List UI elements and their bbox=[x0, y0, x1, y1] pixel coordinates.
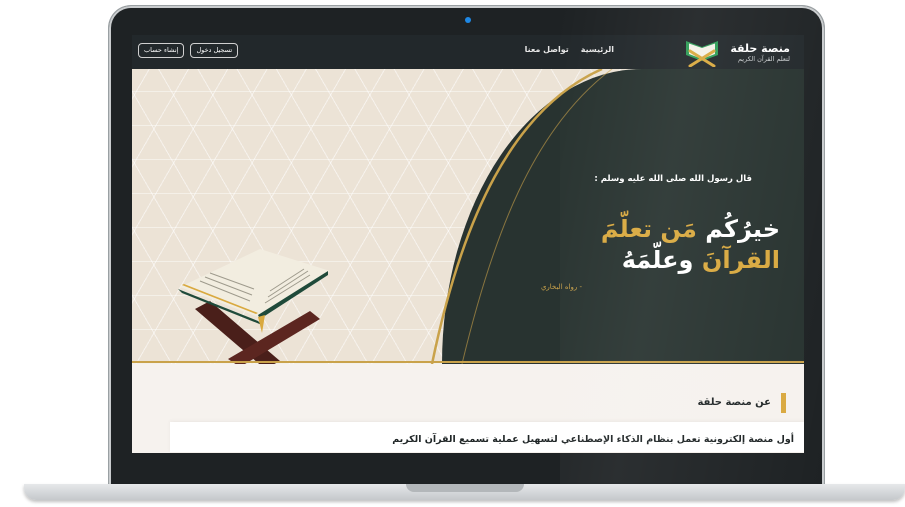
hadith-word-gold-1: مَن تعلّمَ bbox=[600, 215, 697, 243]
hadith-word-gold-2: القرآنَ bbox=[701, 246, 780, 274]
brand-text: منصة حلقة لتعلم القرآن الكريم bbox=[730, 42, 790, 64]
laptop-notch bbox=[406, 484, 524, 492]
quote-intro: قال رسول الله صلى الله عليه وسلم : bbox=[594, 174, 752, 184]
about-card: أول منصة إلكترونية تعمل بنظام الذكاء الإ… bbox=[170, 422, 804, 452]
login-button[interactable]: تسجيل دخول bbox=[190, 43, 239, 58]
camera-icon bbox=[465, 17, 471, 23]
nav-link-contact[interactable]: تواصل معنا bbox=[525, 45, 569, 54]
signup-button[interactable]: إنشاء حساب bbox=[138, 43, 185, 58]
open-quran-book-icon bbox=[686, 41, 719, 67]
hero-banner: قال رسول الله صلى الله عليه وسلم : خيرُك… bbox=[132, 69, 804, 364]
hadith-line-2: القرآنَ وعلّمَهُ bbox=[622, 245, 780, 275]
about-description: أول منصة إلكترونية تعمل بنظام الذكاء الإ… bbox=[392, 434, 794, 445]
brand-name: منصة حلقة bbox=[730, 42, 790, 55]
navbar: منصة حلقة لتعلم القرآن الكريم الرئيسية ت… bbox=[132, 35, 804, 69]
brand-tagline: لتعلم القرآن الكريم bbox=[737, 55, 790, 63]
hadith-word-white-1: خيرُكُم bbox=[705, 215, 780, 243]
about-section: عن منصة حلقة أول منصة إلكترونية تعمل بنظ… bbox=[132, 364, 804, 453]
quran-on-stand-illustration bbox=[178, 249, 330, 364]
hero-divider bbox=[132, 361, 804, 363]
browser-screen: منصة حلقة لتعلم القرآن الكريم الرئيسية ت… bbox=[132, 35, 804, 453]
hadith-narrator: - رواه البخاري bbox=[540, 283, 582, 291]
nav-links: الرئيسية تواصل معنا bbox=[525, 45, 614, 54]
brand[interactable]: منصة حلقة لتعلم القرآن الكريم bbox=[682, 38, 790, 68]
nav-link-home[interactable]: الرئيسية bbox=[581, 45, 614, 54]
auth-buttons: إنشاء حساب تسجيل دخول bbox=[138, 43, 239, 58]
hadith-word-white-2: وعلّمَهُ bbox=[621, 246, 694, 274]
about-heading: عن منصة حلقة bbox=[697, 393, 786, 413]
hadith-line-1: خيرُكُم مَن تعلّمَ bbox=[601, 214, 780, 244]
